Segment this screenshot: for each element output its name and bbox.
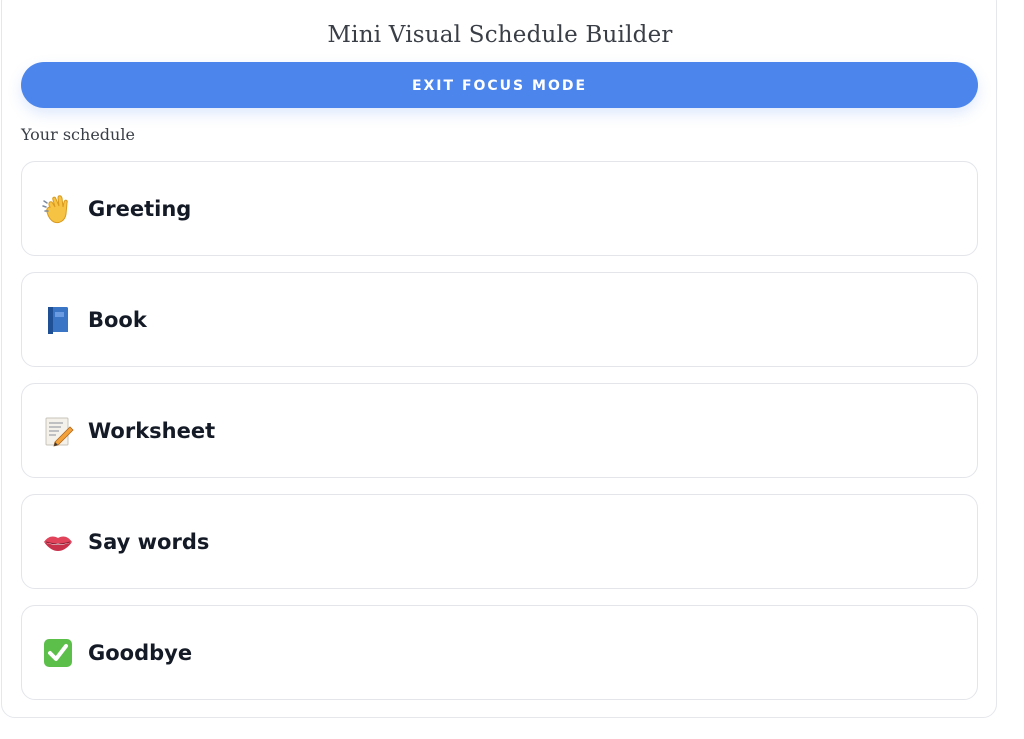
schedule-item-label: Say words <box>88 529 210 554</box>
waving-hand-icon <box>41 192 75 226</box>
schedule-item-goodbye[interactable]: Goodbye <box>21 605 978 700</box>
blue-book-icon <box>41 303 75 337</box>
memo-pencil-icon <box>41 414 75 448</box>
schedule-item-greeting[interactable]: Greeting <box>21 161 978 256</box>
schedule-item-worksheet[interactable]: Worksheet <box>21 383 978 478</box>
schedule-item-label: Greeting <box>88 196 192 221</box>
schedule-item-say-words[interactable]: Say words <box>21 494 978 589</box>
check-mark-icon <box>41 636 75 670</box>
page-title: Mini Visual Schedule Builder <box>327 22 673 48</box>
exit-focus-mode-button[interactable]: EXIT FOCUS MODE <box>21 62 978 108</box>
schedule-list: Greeting Book Worksheet Say words Goodby… <box>21 161 978 716</box>
schedule-item-label: Goodbye <box>88 640 193 665</box>
schedule-item-label: Book <box>88 307 147 332</box>
lips-icon <box>41 525 75 559</box>
schedule-item-book[interactable]: Book <box>21 272 978 367</box>
schedule-heading: Your schedule <box>21 125 135 144</box>
schedule-item-label: Worksheet <box>88 418 216 443</box>
